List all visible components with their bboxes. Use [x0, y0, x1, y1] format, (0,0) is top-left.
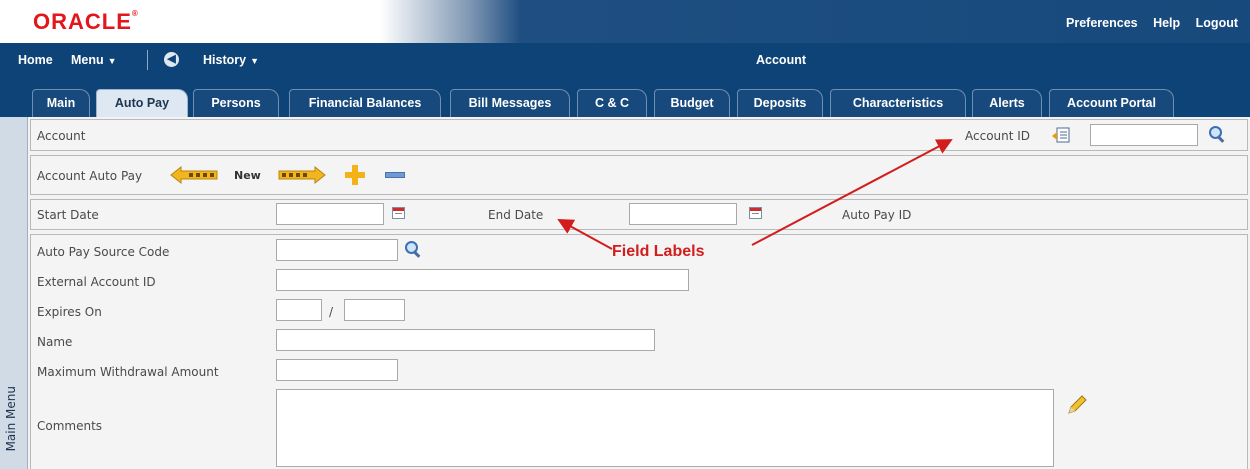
- annotation-overlay: [557, 139, 953, 250]
- annotation-arrow: [751, 139, 953, 246]
- annotation-text: Field Labels: [612, 243, 705, 260]
- annotation-arrow: [557, 219, 613, 250]
